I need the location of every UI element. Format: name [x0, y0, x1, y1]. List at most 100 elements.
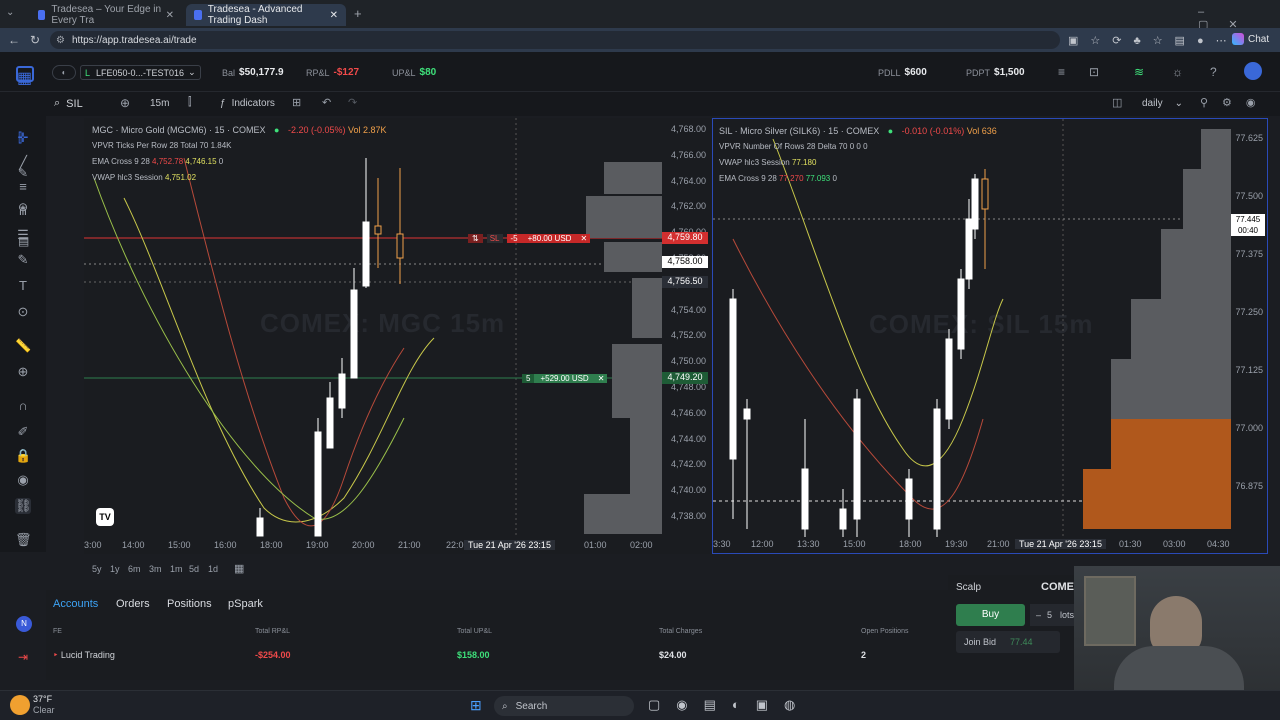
- time-axis[interactable]: 3:00 14:00 15:00 16:00 18:00 19:00 20:00 21:00 2…: [84, 538, 710, 554]
- total-upl-value: $158.00: [457, 650, 490, 660]
- close-icon[interactable]: ✕: [594, 373, 608, 383]
- tab-pspark[interactable]: pSpark: [228, 598, 263, 610]
- range-5d[interactable]: 5d: [189, 564, 199, 574]
- live-indicator: L: [85, 67, 91, 78]
- range-6m[interactable]: 6m: [128, 564, 141, 574]
- gold-chart-canvas[interactable]: [84, 118, 710, 554]
- range-1m[interactable]: 1m: [170, 564, 183, 574]
- time-tick: 22:0: [446, 540, 464, 550]
- chart-settings-icons[interactable]: ⚲⚙◉: [1200, 96, 1270, 109]
- silver-chart-canvas[interactable]: [713, 119, 1268, 554]
- theme-icon[interactable]: ☼: [1172, 65, 1183, 79]
- pattern-tool-icon[interactable]: ⊙: [15, 304, 31, 320]
- close-icon[interactable]: ✕: [577, 233, 591, 243]
- link-icon[interactable]: ⛓: [15, 498, 32, 514]
- price-axis[interactable]: 4,768.004,766.004,764.004,762.004,760.00…: [662, 118, 710, 538]
- period-selector[interactable]: daily ⌄: [1142, 98, 1183, 109]
- back-icon[interactable]: ←: [8, 33, 20, 47]
- open-positions-value: 2: [861, 650, 867, 660]
- indicators-button[interactable]: ƒ Indicators: [220, 98, 275, 109]
- minus-icon[interactable]: –: [1036, 610, 1041, 620]
- document-nav-icon[interactable]: ▤: [18, 234, 29, 248]
- url-input[interactable]: ⚙ https://app.tradesea.ai/trade: [50, 31, 1060, 49]
- sl-order-line-label[interactable]: ⇅ SL -5 +80.00 USD ✕: [468, 232, 591, 244]
- cursor-time-label: Tue 21 Apr '26 23:15: [1015, 539, 1106, 549]
- browser-tab-active[interactable]: Tradesea - Advanced Trading Dash ✕: [186, 4, 346, 26]
- account-selector[interactable]: L LFE050-0...-TEST016 ⌄: [80, 65, 201, 80]
- undo-icon[interactable]: ↶: [322, 96, 331, 109]
- browser-extension-icons[interactable]: ▣☆⟳♣☆▤●⋯: [1068, 34, 1239, 47]
- tp-order-line-label[interactable]: 5 +529.00 USD ✕: [522, 372, 608, 384]
- range-3m[interactable]: 3m: [149, 564, 162, 574]
- balance-label: Bal: [222, 67, 236, 78]
- layout-icon[interactable]: ⊞: [292, 96, 301, 109]
- taskbar-search[interactable]: ⌕ Search: [494, 696, 634, 716]
- vwap-value: 77.180: [791, 158, 817, 167]
- grid-app-icon[interactable]: ▦: [17, 68, 32, 88]
- tab-orders[interactable]: Orders: [116, 598, 150, 610]
- panel-icon[interactable]: ◫: [1112, 96, 1122, 109]
- copilot-chat-button[interactable]: Chat: [1232, 33, 1269, 45]
- target-nav-icon[interactable]: ⊖: [18, 200, 28, 214]
- draw-nav-icon[interactable]: ✎: [18, 166, 28, 180]
- expand-icon[interactable]: ‣: [53, 650, 58, 660]
- ruler-tool-icon[interactable]: 📏: [15, 338, 31, 354]
- user-nav-icon[interactable]: N: [16, 616, 32, 632]
- quantity-stepper[interactable]: – 5 lots: [1030, 604, 1078, 626]
- tab-accounts[interactable]: Accounts: [53, 598, 98, 610]
- pencil-lock-icon[interactable]: ✐: [15, 424, 31, 440]
- magnet-tool-icon[interactable]: ∩: [15, 398, 31, 414]
- header-action-icons[interactable]: ≡⊡: [1058, 65, 1123, 79]
- tab-menu-icon[interactable]: ⌄: [6, 7, 20, 21]
- tab-positions[interactable]: Positions: [167, 598, 212, 610]
- buy-button[interactable]: Buy: [956, 604, 1025, 626]
- pdpt-label: PDPT: [966, 67, 991, 78]
- chart-type-icon[interactable]: ⫿: [188, 96, 192, 109]
- time-tick: 15:00: [843, 539, 866, 549]
- gold-chart-panel[interactable]: COMEX: MGC 15m MGC · Micro Gold (MGCM6) …: [84, 118, 710, 554]
- time-tick: 19:00: [306, 540, 329, 550]
- timeframe-selector[interactable]: 15m: [150, 98, 169, 109]
- help-icon[interactable]: ?: [1210, 65, 1217, 79]
- horizontal-lines-tool-icon[interactable]: ≡: [15, 179, 31, 195]
- brush-tool-icon[interactable]: ✎: [15, 252, 31, 268]
- range-5y[interactable]: 5y: [92, 564, 102, 574]
- order-side-icon: ⇅: [468, 233, 483, 243]
- text-tool-icon[interactable]: T: [15, 278, 31, 294]
- add-symbol-icon[interactable]: ⊕: [120, 96, 130, 110]
- chart-nav-icon[interactable]: ⫿: [18, 130, 22, 146]
- symbol-search[interactable]: ⌕ SIL: [54, 97, 83, 110]
- time-axis[interactable]: 3:30 12:00 13:30 15:00 18:00 19:30 21:00 Tue 21…: [713, 537, 1267, 553]
- toggle-icon[interactable]: ◐: [52, 65, 76, 80]
- lock-icon[interactable]: 🔒: [15, 448, 31, 464]
- browser-tab[interactable]: Tradesea – Your Edge in Every Tra ✕: [30, 4, 182, 26]
- taskbar-app-icons[interactable]: ▢◉▤◐▣◍: [648, 697, 811, 713]
- reload-icon[interactable]: ↻: [30, 33, 40, 47]
- visibility-icon[interactable]: ◉: [15, 472, 31, 488]
- weather-icon[interactable]: [10, 695, 30, 715]
- price-tick: 77.375: [1235, 249, 1263, 259]
- windows-start-icon[interactable]: ⊞: [470, 697, 482, 714]
- ema-value-fast: 4,752.78: [152, 157, 184, 166]
- new-tab-icon[interactable]: +: [354, 6, 362, 21]
- close-icon[interactable]: ✕: [166, 10, 174, 21]
- logout-icon[interactable]: ⇥: [18, 650, 28, 664]
- range-1y[interactable]: 1y: [110, 564, 120, 574]
- upl-label: UP&L: [392, 67, 416, 78]
- close-icon[interactable]: ✕: [330, 10, 338, 21]
- silver-chart-panel[interactable]: COMEX: SIL 15m SIL · Micro Silver (SILK6…: [712, 118, 1268, 554]
- pdll-label: PDLL: [878, 67, 901, 78]
- time-tick: 03:00: [1163, 539, 1186, 549]
- rpl-label: RP&L: [306, 67, 330, 78]
- price-axis[interactable]: 77.625 77.500 77.375 77.250 77.125 77.000 76.8…: [1231, 119, 1267, 539]
- avatar[interactable]: [1244, 62, 1262, 80]
- ema-legend: EMA Cross 9 28 77.270 77.093 0: [719, 174, 837, 183]
- trash-icon[interactable]: 🗑: [15, 532, 32, 548]
- site-info-icon[interactable]: ⚙: [56, 35, 65, 46]
- range-1d[interactable]: 1d: [208, 564, 218, 574]
- table-row-account[interactable]: ‣ Lucid Trading: [53, 650, 115, 661]
- join-bid-button[interactable]: Join Bid 77.44: [956, 631, 1060, 653]
- zoom-tool-icon[interactable]: ⊕: [15, 364, 31, 380]
- redo-icon[interactable]: ↷: [348, 96, 357, 109]
- calendar-icon[interactable]: ▦: [234, 562, 244, 575]
